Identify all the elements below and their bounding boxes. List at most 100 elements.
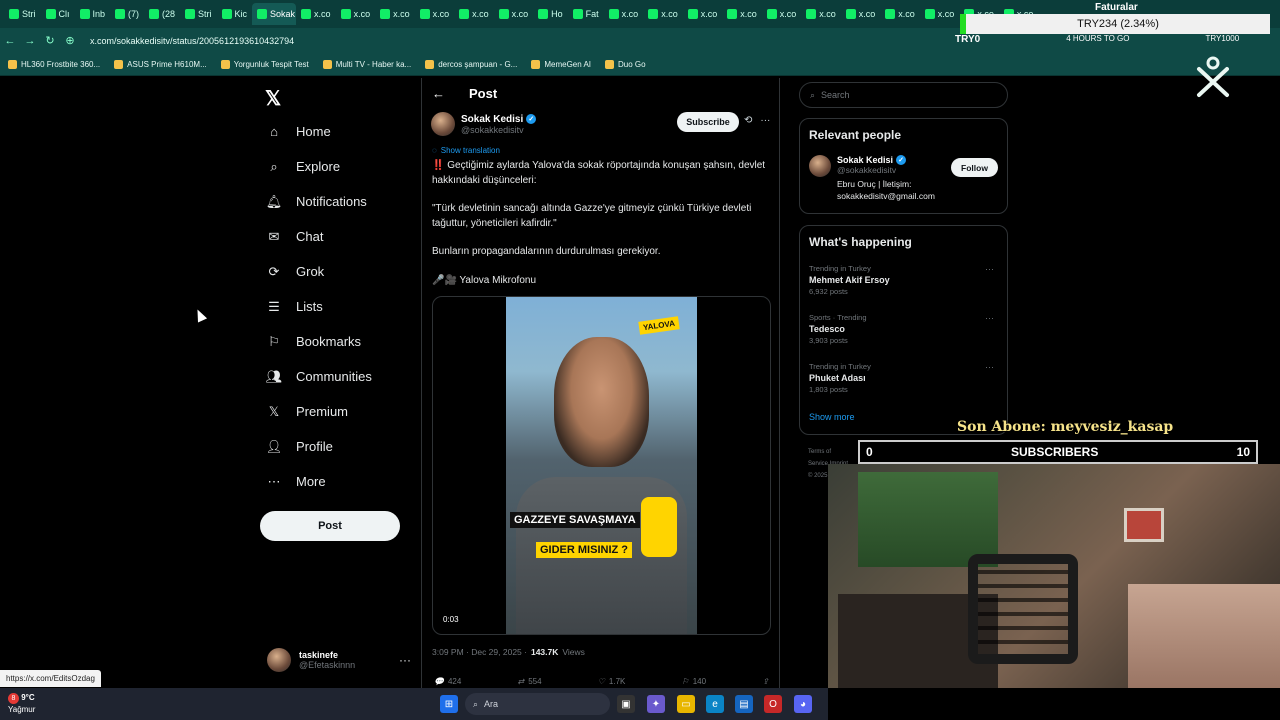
- bookmark-item[interactable]: MemeGen AI: [531, 59, 591, 69]
- browser-tab[interactable]: x.co: [336, 3, 376, 25]
- x-logo-icon[interactable]: 𝕏: [265, 86, 281, 111]
- file-explorer-icon[interactable]: ▭: [677, 695, 695, 713]
- follow-button[interactable]: Follow: [951, 158, 998, 177]
- show-translation-link[interactable]: ◌ Show translation: [432, 146, 500, 155]
- more-dots-icon[interactable]: ···: [760, 115, 770, 126]
- post-time[interactable]: 3:09 PM · Dec 29, 2025 ·: [432, 647, 527, 657]
- nav-item-profile[interactable]: 👤︎ Profile: [266, 429, 372, 464]
- browser-tab[interactable]: x.co: [722, 3, 762, 25]
- discord-icon[interactable]: ◕: [794, 695, 812, 713]
- nav-item-communities[interactable]: 👥︎ Communities: [266, 359, 372, 394]
- browser-tab[interactable]: x.co: [454, 3, 494, 25]
- browser-tab[interactable]: Inb: [75, 3, 111, 25]
- nav-item-grok[interactable]: ⟳ Grok: [266, 254, 372, 289]
- reload-icon[interactable]: ↻: [40, 34, 60, 47]
- url-field[interactable]: x.com/sokakkedisitv/status/2005612193610…: [90, 36, 294, 46]
- more-dots-icon[interactable]: ···: [985, 264, 994, 274]
- avatar[interactable]: [431, 112, 455, 136]
- browser-tab[interactable]: x.co: [296, 3, 336, 25]
- browser-tab[interactable]: x.co: [415, 3, 455, 25]
- browser-tab[interactable]: Stri: [180, 3, 217, 25]
- bookmark-item[interactable]: ASUS Prime H610M...: [114, 59, 207, 69]
- author-name[interactable]: Sokak Kedisi: [461, 114, 523, 125]
- browser-tab[interactable]: Ho: [533, 3, 568, 25]
- author-handle[interactable]: @sokakkedisitv: [461, 125, 536, 135]
- avatar[interactable]: [809, 155, 831, 177]
- browser-tab[interactable]: Stri: [4, 3, 41, 25]
- browser-tab[interactable]: Kic: [217, 3, 253, 25]
- browser-tab[interactable]: x.co: [801, 3, 841, 25]
- bookmark-item[interactable]: dercos şampuan - G...: [425, 59, 517, 69]
- browser-tab[interactable]: Clı: [41, 3, 75, 25]
- taskbar-search[interactable]: ⌕ Ara: [465, 693, 610, 715]
- bookmark-item[interactable]: HL360 Frostbite 360...: [8, 59, 100, 69]
- bookmark-item[interactable]: Multi TV - Haber ka...: [322, 59, 411, 69]
- tab-label: Stri: [22, 9, 36, 19]
- grok-icon[interactable]: ⟲: [744, 115, 752, 126]
- bookmark-item[interactable]: Yorgunluk Tespit Test: [220, 59, 309, 69]
- browser-tab[interactable]: x.co: [762, 3, 802, 25]
- browser-tab[interactable]: Sokak: [252, 3, 297, 25]
- edge-icon[interactable]: e: [706, 695, 724, 713]
- post-button[interactable]: Post: [260, 511, 400, 541]
- site-info-icon[interactable]: ⊕: [60, 34, 80, 47]
- trend-title: Phuket Adası: [809, 373, 866, 383]
- show-more-link[interactable]: Show more: [809, 412, 855, 422]
- nav-item-label: Premium: [296, 404, 349, 419]
- nav-item-bookmarks[interactable]: ⚐ Bookmarks: [266, 324, 372, 359]
- more-dots-icon[interactable]: ···: [985, 313, 994, 323]
- browser-tab[interactable]: (7): [110, 3, 144, 25]
- nav-item-more[interactable]: ⋯ More: [266, 464, 372, 499]
- trend-item[interactable]: Trending in Turkey Phuket Adası 1,803 post…: [809, 362, 999, 394]
- trend-item[interactable]: Sports · Trending Tedesco 3,903 posts ···: [809, 313, 999, 345]
- tab-favicon-icon: [648, 9, 659, 19]
- last-subscriber-label: Son Abone: meyvesiz_kasap: [957, 419, 1174, 435]
- search-input[interactable]: ⌕ Search: [799, 82, 1008, 108]
- trend-item[interactable]: Trending in Turkey Mehmet Akif Ersoy 6,932…: [809, 264, 999, 296]
- more-dots-icon[interactable]: ···: [399, 653, 411, 667]
- chair: [968, 554, 1078, 664]
- bookmark-button[interactable]: ⚐ 140: [682, 677, 707, 686]
- person-name[interactable]: Sokak Kedisi: [837, 155, 893, 165]
- browser-tab[interactable]: x.co: [375, 3, 415, 25]
- account-switcher[interactable]: taskinefe @Efetaskinnn ···: [267, 648, 411, 672]
- copilot-icon[interactable]: ✦: [647, 695, 665, 713]
- video-frame[interactable]: YALOVA GAZZEYE SAVAŞMAYA GIDER MISINIZ ?: [506, 297, 697, 634]
- relevant-person[interactable]: Sokak Kedisi ✓ @sokakkedisitv Ebru Oruç |…: [809, 155, 957, 202]
- browser-tab[interactable]: x.co: [920, 3, 960, 25]
- nav-item-notifications[interactable]: 🔔︎ Notifications: [266, 184, 372, 219]
- browser-tab[interactable]: (28: [144, 3, 180, 25]
- browser-tab[interactable]: x.co: [604, 3, 644, 25]
- bookmark-favicon-icon: [114, 59, 124, 69]
- views-label: Views: [562, 647, 585, 657]
- nav-item-explore[interactable]: ⌕ Explore: [266, 149, 372, 184]
- back-icon[interactable]: ←: [0, 35, 20, 47]
- share-button[interactable]: ⇪: [762, 677, 769, 686]
- browser-tab[interactable]: x.co: [683, 3, 723, 25]
- browser-tab[interactable]: x.co: [880, 3, 920, 25]
- reply-button[interactable]: 💬 424: [434, 677, 461, 686]
- subscribe-button[interactable]: Subscribe: [677, 112, 739, 132]
- post-author[interactable]: Sokak Kedisi ✓ @sokakkedisitv: [431, 112, 537, 136]
- task-view-icon[interactable]: ▣: [617, 695, 635, 713]
- nav-item-premium[interactable]: 𝕏 Premium: [266, 394, 372, 429]
- opera-icon[interactable]: O: [764, 695, 782, 713]
- nav-item-chat[interactable]: ✉ Chat: [266, 219, 372, 254]
- more-dots-icon[interactable]: ···: [985, 362, 994, 372]
- store-icon[interactable]: ▤: [735, 695, 753, 713]
- browser-tab[interactable]: Fat: [568, 3, 604, 25]
- video-player[interactable]: YALOVA GAZZEYE SAVAŞMAYA GIDER MISINIZ ?…: [432, 296, 771, 635]
- back-arrow-icon[interactable]: ←: [432, 86, 445, 101]
- weather-widget[interactable]: 8 9°C Yağmur: [8, 692, 35, 715]
- like-button[interactable]: ♡ 1.7K: [598, 677, 626, 686]
- browser-tab[interactable]: x.co: [643, 3, 683, 25]
- repost-button[interactable]: ⇄ 554: [518, 677, 542, 686]
- browser-tab[interactable]: x.co: [841, 3, 881, 25]
- nav-item-lists[interactable]: ☰ Lists: [266, 289, 372, 324]
- bookmark-favicon-icon: [8, 59, 17, 69]
- forward-icon[interactable]: →: [20, 35, 40, 47]
- windows-start-icon[interactable]: ⊞: [440, 695, 458, 713]
- browser-tab[interactable]: x.co: [494, 3, 534, 25]
- nav-item-home[interactable]: ⌂ Home: [266, 114, 372, 149]
- bookmark-item[interactable]: Duo Go: [605, 59, 646, 69]
